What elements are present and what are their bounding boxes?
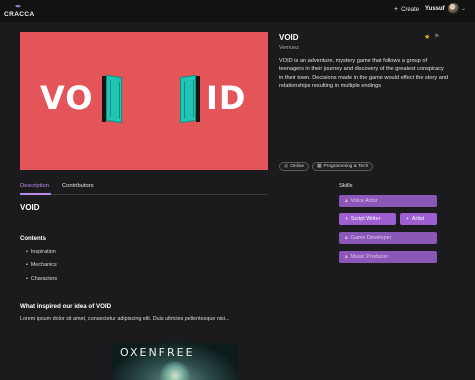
hero-word-right: ID xyxy=(206,79,247,117)
inspiration-heading: What inspired our idea of VOID xyxy=(20,303,112,310)
tab-description[interactable]: Description xyxy=(20,183,49,189)
plus-icon: + xyxy=(406,216,409,222)
skill-label: Game Developer xyxy=(350,235,392,241)
username[interactable]: Yussuf xyxy=(425,6,445,12)
inspiration-text: Lorem ipsum dolor sit amet, consectetur … xyxy=(20,316,230,322)
image-glow xyxy=(158,361,192,380)
active-tab-indicator xyxy=(20,193,51,195)
skill-label: Artist xyxy=(411,216,425,222)
create-button[interactable]: + Create xyxy=(394,6,419,13)
lock-icon: 🔒︎ xyxy=(345,235,348,241)
image-title-text: OXENFREE xyxy=(120,346,195,359)
door-frame-right xyxy=(196,76,200,122)
project-description: VOID is an adventure, mystery game that … xyxy=(279,58,449,89)
skill-label: Music Producer xyxy=(350,254,389,260)
lock-icon: 🔒︎ xyxy=(345,254,348,260)
skill-script-writer[interactable]: + Script Writer xyxy=(339,213,396,225)
skills-heading: Skills xyxy=(339,183,353,189)
tab-contributors[interactable]: Contributors xyxy=(62,183,94,189)
chevron-down-icon[interactable]: ⌄ xyxy=(461,5,466,12)
logo[interactable]: ✒ CRACCA xyxy=(4,2,35,22)
skill-music-producer[interactable]: 🔒︎ Music Producer xyxy=(339,251,437,263)
door-right xyxy=(180,74,196,124)
description-heading: VOID xyxy=(20,203,40,212)
door-left xyxy=(106,74,122,124)
tab-divider xyxy=(20,194,268,195)
oxenfree-image: OXENFREE xyxy=(112,343,238,380)
project-title: VOID xyxy=(279,33,299,42)
contents-heading: Contents xyxy=(20,236,46,242)
star-icon[interactable]: ★ xyxy=(424,33,430,41)
project-hero-image: VO ID xyxy=(20,32,268,170)
skill-voice-actor[interactable]: 🔒︎ Voice Actor xyxy=(339,195,437,207)
flag-icon[interactable]: ⚑ xyxy=(434,33,439,40)
skill-label: Voice Actor xyxy=(350,198,378,204)
skill-game-developer[interactable]: 🔒︎ Game Developer xyxy=(339,232,437,244)
tag-category: ▦ Programming & Tech xyxy=(312,162,374,171)
tag-label: Online xyxy=(290,164,305,169)
hero-word-left: VO xyxy=(40,79,94,117)
create-label: Create xyxy=(401,6,420,13)
grid-icon: ▦ xyxy=(317,164,322,169)
lock-icon: 🔒︎ xyxy=(345,198,348,204)
tag-online: ◎ Online xyxy=(279,162,310,171)
globe-icon: ◎ xyxy=(284,164,289,169)
skill-artist[interactable]: + Artist xyxy=(400,213,437,225)
tag-label: Programming & Tech xyxy=(323,164,369,169)
logo-feather-icon: ✒ xyxy=(15,2,22,11)
contents-item[interactable]: Characters xyxy=(26,276,57,282)
logo-text: CRACCA xyxy=(4,11,35,18)
plus-icon: + xyxy=(394,6,399,13)
contents-item[interactable]: Inspiration xyxy=(26,249,56,255)
avatar[interactable] xyxy=(448,3,459,14)
contents-item[interactable]: Mechanics xyxy=(26,262,57,268)
skill-label: Script Writer xyxy=(350,216,381,222)
project-author[interactable]: Vemuez xyxy=(279,45,299,51)
top-nav: ✒ CRACCA + Create Yussuf ⌄ xyxy=(0,0,475,22)
plus-icon: + xyxy=(345,216,348,222)
